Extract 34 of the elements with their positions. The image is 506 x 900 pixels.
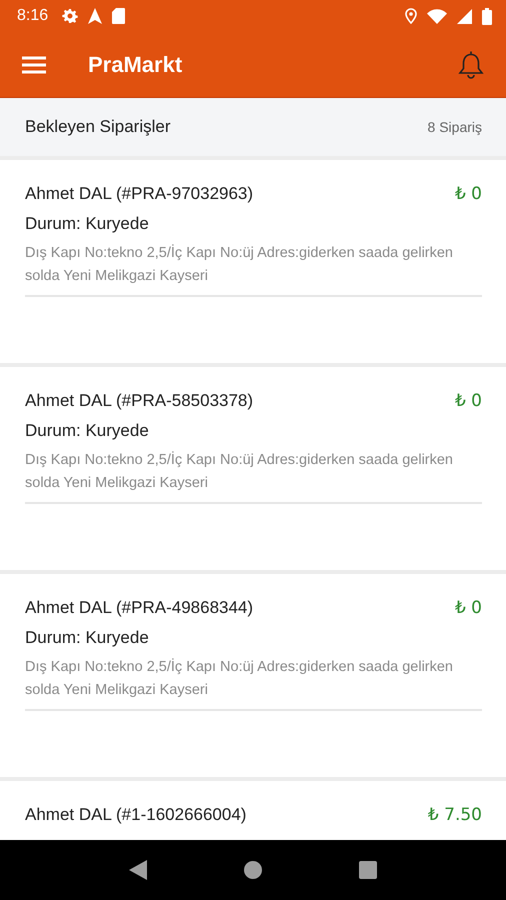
order-title: Ahmet DAL (#PRA-49868344): [25, 598, 254, 618]
gear-icon: [62, 8, 78, 24]
app-title: PraMarkt: [88, 52, 184, 78]
order-title: Ahmet DAL (#PRA-58503378): [25, 391, 254, 411]
order-card[interactable]: Ahmet DAL (#PRA-58503378) ₺ 0 Durum: Kuryede Dış Kapı No:tekno 2,5/İç Kapı No:üj Adres:giderken saada gelirken solda Yeni Melikgazi Kayseri: [0, 367, 506, 570]
list-title: Bekleyen Siparişler: [25, 117, 171, 137]
order-price: ₺ 7.50: [428, 805, 482, 825]
sd-card-icon: [112, 8, 126, 24]
navigation-icon: [88, 8, 102, 24]
order-address: Dış Kapı No:tekno 2,5/İç Kapı No:üj Adres:giderken saada gelirken solda Yeni Melikgazi Kayseri: [25, 656, 482, 711]
location-icon: [405, 8, 417, 24]
order-card[interactable]: Ahmet DAL (#PRA-49868344) ₺ 0 Durum: Kuryede Dış Kapı No:tekno 2,5/İç Kapı No:üj Adres:giderken saada gelirken solda Yeni Melikgazi Kayseri: [0, 574, 506, 777]
signal-icon: [457, 8, 472, 24]
order-status: Durum: Kuryede: [25, 421, 150, 441]
status-time: 8:16: [17, 7, 48, 25]
battery-icon: [482, 8, 492, 24]
order-count: 8 Sipariş: [428, 119, 482, 135]
order-price: ₺ 0: [454, 184, 482, 204]
order-card[interactable]: Ahmet DAL (#1-1602666004) ₺ 7.50: [0, 781, 506, 840]
home-icon[interactable]: [244, 861, 262, 879]
order-title: Ahmet DAL (#1-1602666004): [25, 805, 246, 825]
order-status: Durum: Kuryede: [25, 214, 150, 234]
order-status: Durum: Kuryede: [25, 628, 150, 648]
back-icon[interactable]: [128, 860, 147, 880]
order-price: ₺ 0: [454, 598, 482, 618]
menu-icon[interactable]: [22, 56, 46, 74]
order-address: Dış Kapı No:tekno 2,5/İç Kapı No:üj Adres:giderken saada gelirken solda Yeni Melikgazi Kayseri: [25, 242, 482, 297]
order-price: ₺ 0: [454, 391, 482, 411]
order-address: Dış Kapı No:tekno 2,5/İç Kapı No:üj Adres:giderken saada gelirken solda Yeni Melikgazi Kayseri: [25, 449, 482, 504]
order-title: Ahmet DAL (#PRA-97032963): [25, 184, 254, 204]
bell-icon[interactable]: [458, 50, 484, 80]
recents-icon[interactable]: [359, 861, 378, 879]
wifi-icon: [427, 8, 447, 24]
order-card[interactable]: Ahmet DAL (#PRA-97032963) ₺ 0 Durum: Kuryede Dış Kapı No:tekno 2,5/İç Kapı No:üj Adres:giderken saada gelirken solda Yeni Melikgazi Kayseri: [0, 160, 506, 363]
